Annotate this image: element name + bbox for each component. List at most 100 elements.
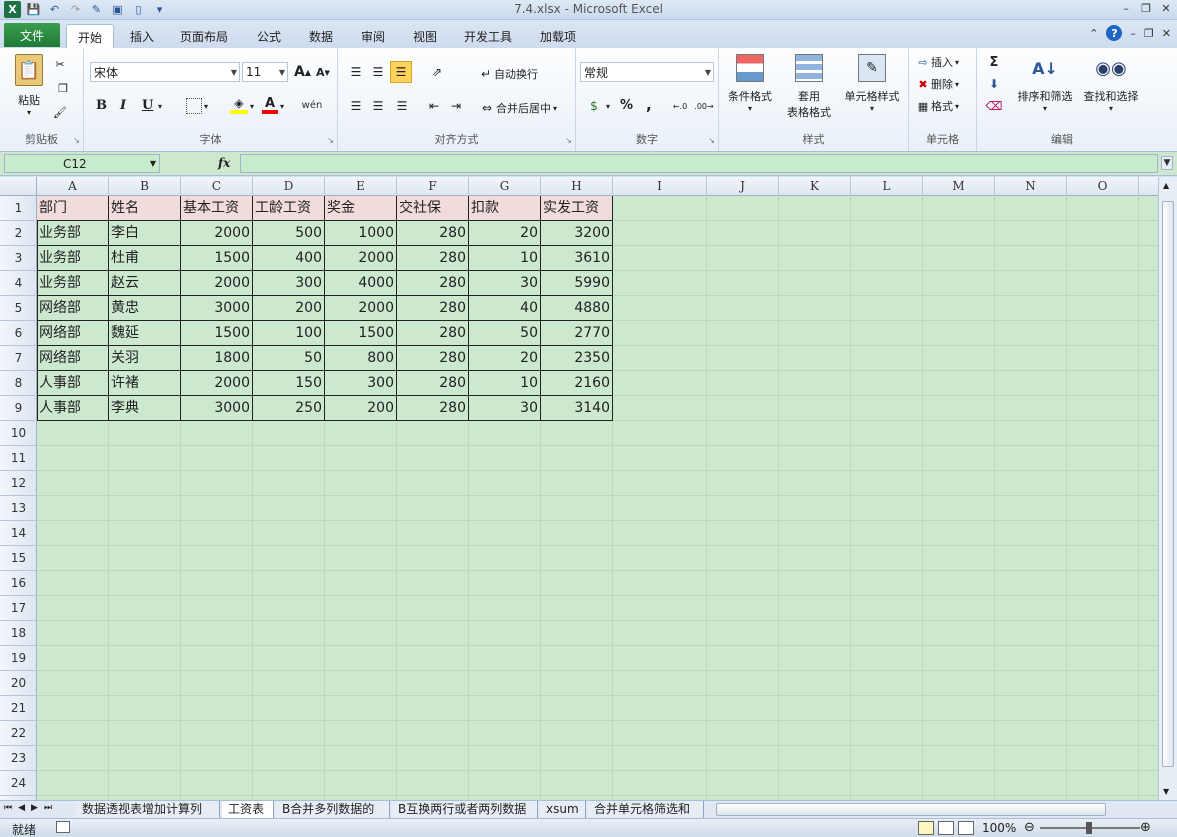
align-right-icon[interactable]: ☰: [394, 98, 410, 114]
grow-font-icon[interactable]: A ▲: [294, 64, 311, 80]
header-cell[interactable]: 工龄工资: [253, 196, 325, 221]
table-cell[interactable]: 1000: [325, 221, 397, 246]
row-header-1[interactable]: 1: [0, 196, 37, 221]
tab-file[interactable]: 文件: [4, 23, 60, 47]
column-header-f[interactable]: F: [397, 177, 469, 196]
decrease-indent-icon[interactable]: ⇤: [426, 98, 442, 114]
tab-insert[interactable]: 插入: [118, 24, 166, 48]
table-cell[interactable]: 280: [397, 221, 469, 246]
align-center-icon[interactable]: ☰: [370, 98, 386, 114]
delete-cells-button[interactable]: ✖ 删除 ▾: [915, 76, 959, 92]
table-cell[interactable]: 30: [469, 271, 541, 296]
column-header-b[interactable]: B: [109, 177, 181, 196]
underline-button[interactable]: U: [142, 98, 153, 113]
row-header-3[interactable]: 3: [0, 246, 37, 271]
wrap-text-button[interactable]: ↵ 自动换行: [478, 66, 538, 82]
table-cell[interactable]: 800: [325, 346, 397, 371]
table-cell[interactable]: 300: [253, 271, 325, 296]
table-cell[interactable]: 5990: [541, 271, 613, 296]
row-header-22[interactable]: 22: [0, 721, 37, 746]
help-icon[interactable]: ?: [1106, 25, 1123, 41]
table-cell[interactable]: 3200: [541, 221, 613, 246]
table-cell[interactable]: 赵云: [109, 271, 181, 296]
table-cell[interactable]: 280: [397, 371, 469, 396]
row-header-12[interactable]: 12: [0, 471, 37, 496]
orientation-icon[interactable]: ⇗: [426, 64, 448, 80]
normal-view-icon[interactable]: [918, 821, 934, 835]
table-cell[interactable]: 人事部: [37, 396, 109, 421]
table-cell[interactable]: 2000: [325, 246, 397, 271]
collapse-ribbon-icon[interactable]: ⌃: [1089, 27, 1098, 40]
table-cell[interactable]: 2350: [541, 346, 613, 371]
table-cell[interactable]: 40: [469, 296, 541, 321]
clear-icon[interactable]: ⌫: [985, 98, 1003, 114]
column-header-i[interactable]: I: [613, 177, 707, 196]
decrease-decimal-icon[interactable]: .00→: [694, 98, 714, 114]
column-header-g[interactable]: G: [469, 177, 541, 196]
bold-button[interactable]: B: [96, 98, 107, 113]
clipboard-launcher-icon[interactable]: ↘: [73, 136, 80, 145]
table-cell[interactable]: 2160: [541, 371, 613, 396]
vertical-scrollbar[interactable]: ▲ ▼: [1158, 177, 1177, 800]
row-header-14[interactable]: 14: [0, 521, 37, 546]
table-cell[interactable]: 200: [325, 396, 397, 421]
autosum-icon[interactable]: Σ: [985, 54, 1003, 70]
horizontal-scrollbar[interactable]: [716, 803, 1106, 816]
table-cell[interactable]: 2000: [181, 271, 253, 296]
table-cell[interactable]: 3610: [541, 246, 613, 271]
table-cell[interactable]: 50: [253, 346, 325, 371]
name-box[interactable]: C12 ▼: [4, 154, 160, 173]
comma-button[interactable]: ,: [646, 96, 652, 114]
font-size-combo[interactable]: 11 ▼: [242, 62, 288, 82]
align-middle-icon[interactable]: ☰: [370, 64, 386, 80]
row-header-11[interactable]: 11: [0, 446, 37, 471]
row-header-21[interactable]: 21: [0, 696, 37, 721]
zoom-in-icon[interactable]: ⊕: [1140, 820, 1151, 835]
page-break-view-icon[interactable]: [958, 821, 974, 835]
font-color-icon[interactable]: A: [262, 96, 278, 114]
header-cell[interactable]: 扣款: [469, 196, 541, 221]
table-cell[interactable]: 许褚: [109, 371, 181, 396]
align-bottom-icon[interactable]: ☰: [390, 61, 412, 83]
column-header-c[interactable]: C: [181, 177, 253, 196]
scroll-down-icon[interactable]: ▼: [1163, 787, 1169, 796]
table-cell[interactable]: 280: [397, 346, 469, 371]
row-header-16[interactable]: 16: [0, 571, 37, 596]
paste-button[interactable]: 📋 粘贴 ▾: [12, 54, 46, 124]
row-header-13[interactable]: 13: [0, 496, 37, 521]
table-cell[interactable]: 网络部: [37, 321, 109, 346]
table-cell[interactable]: 业务部: [37, 221, 109, 246]
increase-indent-icon[interactable]: ⇥: [448, 98, 464, 114]
percent-button[interactable]: %: [620, 98, 633, 113]
row-header-20[interactable]: 20: [0, 671, 37, 696]
macro-record-icon[interactable]: [56, 821, 70, 833]
table-cell[interactable]: 业务部: [37, 246, 109, 271]
select-all-corner[interactable]: [0, 177, 37, 196]
fill-color-dropdown-icon[interactable]: ▾: [250, 102, 254, 111]
minimize-icon[interactable]: –: [1119, 0, 1133, 16]
insert-cells-button[interactable]: ⇨ 插入 ▾: [915, 54, 959, 70]
align-top-icon[interactable]: ☰: [348, 64, 364, 80]
row-header-9[interactable]: 9: [0, 396, 37, 421]
accounting-dropdown-icon[interactable]: ▾: [606, 102, 610, 111]
workbook-minimize-icon[interactable]: –: [1130, 27, 1136, 40]
sort-filter-button[interactable]: A↓ 排序和筛选 ▾: [1013, 54, 1077, 120]
align-left-icon[interactable]: ☰: [348, 98, 364, 114]
header-cell[interactable]: 交社保: [397, 196, 469, 221]
sheet-tab[interactable]: B互换两行或者两列数据: [392, 801, 538, 818]
borders-icon[interactable]: [186, 98, 202, 114]
sheet-tab[interactable]: B合并多列数据的: [276, 801, 390, 818]
row-header-7[interactable]: 7: [0, 346, 37, 371]
tab-developer[interactable]: 开发工具: [456, 24, 520, 48]
merge-center-button[interactable]: ⇔ 合并后居中 ▾: [478, 100, 557, 116]
number-format-combo[interactable]: 常规 ▼: [580, 62, 714, 82]
table-cell[interactable]: 280: [397, 296, 469, 321]
table-cell[interactable]: 400: [253, 246, 325, 271]
table-cell[interactable]: 网络部: [37, 346, 109, 371]
tab-formulas[interactable]: 公式: [246, 24, 292, 48]
vertical-scroll-thumb[interactable]: [1162, 201, 1174, 767]
table-cell[interactable]: 3000: [181, 296, 253, 321]
fill-icon[interactable]: ⬇: [985, 76, 1003, 92]
font-name-combo[interactable]: 宋体 ▼: [90, 62, 240, 82]
zoom-out-icon[interactable]: ⊖: [1024, 820, 1035, 835]
